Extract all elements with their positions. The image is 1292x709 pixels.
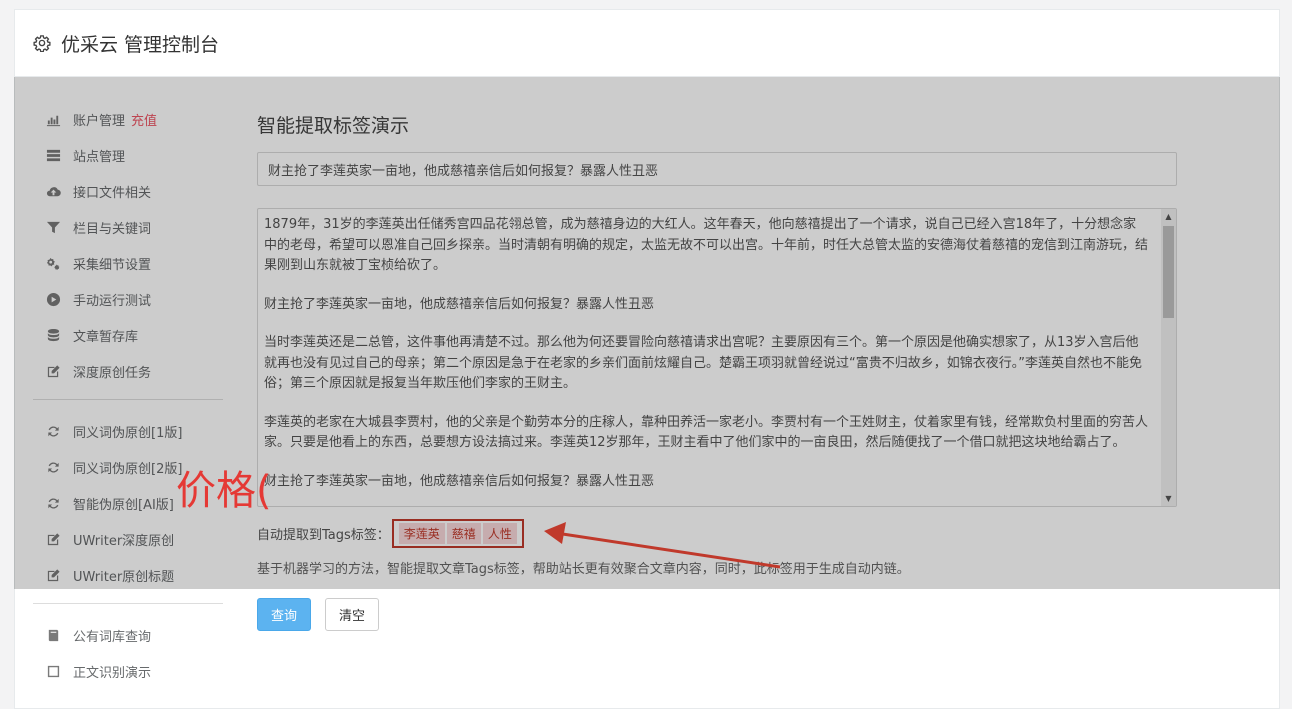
sidebar-item-label: 公有词库查询 [73,629,152,645]
edit-icon [45,531,61,547]
sidebar-item-label: 手动运行测试 [73,293,152,309]
sidebar-item[interactable]: 正文识别演示 [33,653,223,689]
scroll-up-icon[interactable]: ▲ [1161,209,1176,224]
sidebar-item[interactable]: 公有词库查询 [33,617,223,653]
tag-badge: 李莲英 [398,522,445,544]
tags-row: 自动提取到Tags标签： 李莲英 慈禧 人性 [257,518,1177,548]
refresh-icon [45,495,61,511]
title-input[interactable] [257,152,1177,186]
play-circle-icon [45,291,61,307]
sidebar-item-label: UWriter原创标题 [73,569,175,585]
filter-icon [45,219,61,235]
sidebar-item-label: 同义词伪原创[1版] [73,425,183,441]
content-text[interactable]: 1879年，31岁的李莲英出任储秀宫四品花翎总管，成为慈禧身边的大红人。这年春天… [258,209,1176,506]
refresh-icon [45,459,61,475]
edit-icon [45,567,61,583]
tags-label: 自动提取到Tags标签： [257,527,390,543]
square-icon [45,663,61,679]
sidebar-item[interactable]: 站点管理 [33,137,223,173]
sidebar-item-label: 接口文件相关 [73,185,152,201]
cogs-icon [45,255,61,271]
sidebar-item[interactable]: 文章暂存库 [33,317,223,353]
sidebar-item-label: 栏目与关键词 [73,221,152,237]
sidebar: 账户管理 充值站点管理接口文件相关 栏目与关键词 采集细节设置 手动运行测试 文章暂存库深… [33,77,223,689]
gear-icon [33,35,51,52]
page-title: 优采云 管理控制台 [61,33,220,56]
bar-chart-icon [45,111,61,127]
scroll-thumb[interactable] [1163,226,1174,318]
sidebar-item[interactable]: UWriter原创标题 [33,557,223,593]
sidebar-item-label: 深度原创任务 [73,365,152,381]
content-paragraph: 李莲英的老家在大城县李贾村，他的父亲是个勤劳本分的庄稼人，靠种田养活一家老小。李… [264,414,1149,451]
annotation-text: 价格( [176,468,272,514]
cloud-upload-icon [45,183,61,199]
sidebar-item[interactable]: UWriter深度原创 [33,521,223,557]
sidebar-item[interactable]: 接口文件相关 [33,173,223,209]
tag-badge: 慈禧 [446,522,481,544]
content-paragraph: 当时李莲英还是二总管，这件事他再清楚不过。那么他为何还要冒险向慈禧请求出宫呢？主… [264,335,1142,391]
sidebar-item-label: 采集细节设置 [73,257,152,273]
textarea-scrollbar[interactable]: ▲ ▼ [1161,209,1176,506]
sidebar-item[interactable]: 账户管理 充值 [33,101,223,137]
database-icon [45,327,61,343]
query-button[interactable]: 查询 [257,598,311,631]
content-paragraph: 1879年，31岁的李莲英出任储秀宫四品花翎总管，成为慈禧身边的大红人。这年春天… [264,217,1149,273]
sidebar-item-label: 同义词伪原创[2版] [73,461,183,477]
sidebar-item-label: 智能伪原创[AI版] [73,497,174,513]
clear-button[interactable]: 清空 [325,598,379,631]
server-icon [45,147,61,163]
panel-header: 优采云 管理控制台 [15,10,1279,77]
tags-highlight-box: 李莲英 慈禧 人性 [391,518,524,548]
console-panel: 优采云 管理控制台 账户管理 充值站点管理接口文件相关 栏目与关键词 采集细节设置 手动… [14,9,1280,709]
tag-badge: 人性 [482,522,517,544]
edit-icon [45,363,61,379]
sidebar-item-label: 正文识别演示 [73,665,152,681]
sidebar-item-label: 文章暂存库 [73,329,139,345]
sidebar-item-label: 账户管理 [73,113,126,129]
sidebar-item[interactable]: 同义词伪原创[1版] [33,413,223,449]
book-icon [45,627,61,643]
sidebar-divider [33,603,223,604]
sidebar-item[interactable]: 栏目与关键词 [33,209,223,245]
sidebar-item[interactable]: 深度原创任务 [33,353,223,389]
section-heading: 智能提取标签演示 [257,115,410,137]
sidebar-item[interactable]: 采集细节设置 [33,245,223,281]
scroll-down-icon[interactable]: ▼ [1161,491,1176,506]
sidebar-item-label: 站点管理 [73,149,126,165]
content-textarea[interactable]: 1879年，31岁的李莲英出任储秀宫四品花翎总管，成为慈禧身边的大红人。这年春天… [257,208,1177,507]
sidebar-divider [33,399,223,400]
recharge-link[interactable]: 充值 [131,110,157,129]
refresh-icon [45,423,61,439]
content-paragraph: 财主抢了李莲英家一亩地，他成慈禧亲信后如何报复？暴露人性丑恶 [264,473,655,489]
content-paragraph: 财主抢了李莲英家一亩地，他成慈禧亲信后如何报复？暴露人性丑恶 [264,296,655,312]
description-text: 基于机器学习的方法，智能提取文章Tags标签，帮助站长更有效聚合文章内容，同时，… [257,562,910,577]
sidebar-item-label: UWriter深度原创 [73,533,175,549]
sidebar-item[interactable]: 手动运行测试 [33,281,223,317]
main-content: 智能提取标签演示 1879年，31岁的李莲英出任储秀宫四品花翎总管，成为慈禧身边… [257,77,1177,631]
